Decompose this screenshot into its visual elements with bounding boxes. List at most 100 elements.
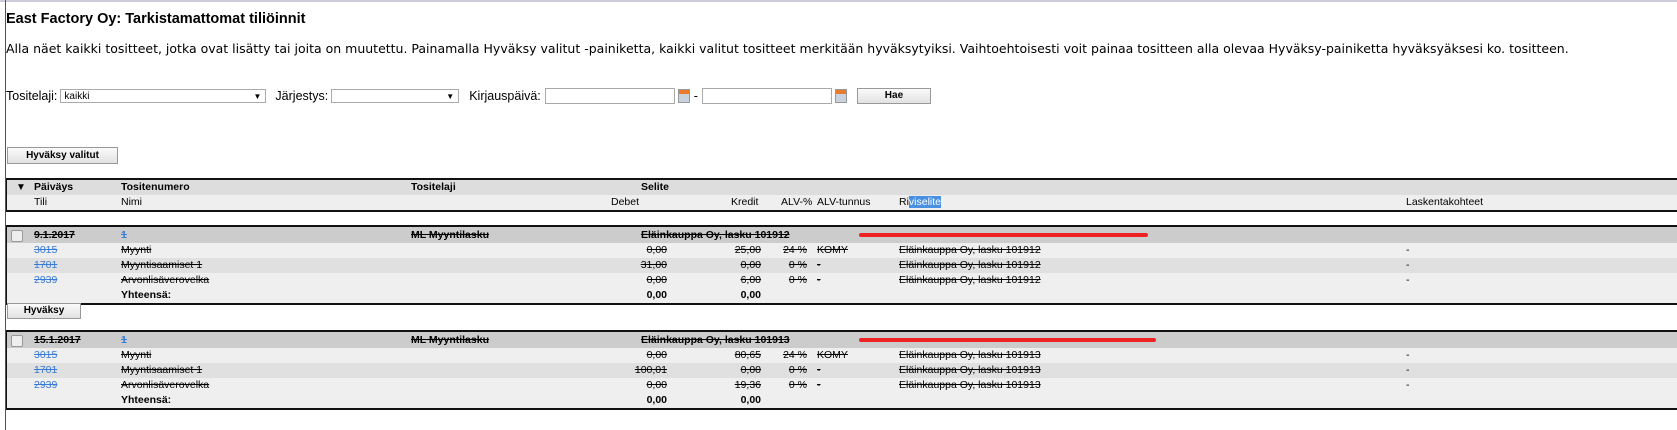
date-separator: - (693, 89, 698, 103)
date-to-input[interactable] (701, 88, 832, 104)
column-header-table: ▼ Päiväys Tositenumero Tositelaji Selite… (6, 178, 1677, 212)
account-link[interactable]: 1701 (34, 364, 57, 376)
debet-value: 0,00 (646, 274, 667, 286)
totals-label: Yhteensä: (121, 394, 172, 406)
account-name: Myyntisaamiset 1 (121, 259, 203, 271)
kredit-value: 6,00 (740, 274, 761, 286)
red-annotation-line (859, 338, 1156, 342)
approve-selected-button[interactable]: Hyväksy valitut (7, 147, 118, 164)
cost-objects-value: - (1406, 364, 1410, 376)
tositelaji-select[interactable]: kaikki ▼ (60, 89, 267, 103)
cost-objects-value: - (1406, 244, 1410, 256)
kredit-value: 19,36 (734, 379, 761, 391)
account-link[interactable]: 3015 (34, 349, 57, 361)
total-kredit: 0,00 (740, 394, 761, 406)
account-name: Myynti (121, 244, 152, 256)
alv-pct-value: 0 % (788, 259, 807, 271)
col-riviselite: Riviselite (899, 195, 942, 210)
col-alv-pct: ALV-% (781, 196, 813, 208)
alv-pct-value: 0 % (788, 364, 807, 376)
debet-value: 0,00 (646, 379, 667, 391)
voucher-line-row: 2939 Arvonlisäverovelka 0,00 19,36 0 % -… (7, 378, 1677, 393)
riviselite-text: Ri (899, 196, 909, 208)
col-tositenumero[interactable]: Tositenumero (121, 180, 190, 195)
tositelaji-label: Tositelaji: (6, 89, 58, 103)
voucher-line-row: 1701 Myyntisaamiset 1 100,01 0,00 0 % - … (7, 363, 1677, 378)
voucher-type: ML Myyntilasku (411, 229, 489, 241)
col-tositelaji[interactable]: Tositelaji (411, 180, 456, 195)
jarjestys-label: Järjestys: (275, 89, 329, 103)
kredit-value: 80,65 (734, 349, 761, 361)
total-debet: 0,00 (646, 289, 667, 301)
date-from-input[interactable] (544, 88, 675, 104)
kredit-value: 0,00 (740, 364, 761, 376)
alv-pct-value: 0 % (788, 274, 807, 286)
filter-bar: Tositelaji: kaikki ▼ Järjestys: ▼ Kirjau… (6, 88, 931, 104)
voucher-description: Eläinkauppa Oy, lasku 101913 (641, 334, 790, 346)
account-name: Arvonlisäverovelka (121, 274, 210, 286)
account-link[interactable]: 2939 (34, 379, 57, 391)
voucher-block: 9.1.2017 1 ML Myyntilasku Eläinkauppa Oy… (6, 225, 1677, 305)
dropdown-arrow-icon: ▼ (253, 92, 262, 101)
alv-pct-value: 24 % (783, 244, 807, 256)
voucher-block: 15.1.2017 1 ML Myyntilasku Eläinkauppa O… (6, 330, 1677, 410)
cost-objects-value: - (1406, 349, 1410, 361)
tositelaji-value: kaikki (64, 91, 90, 102)
voucher-number-link[interactable]: 1 (121, 334, 127, 346)
calendar-icon[interactable] (677, 89, 690, 103)
voucher-checkbox[interactable] (11, 335, 23, 347)
jarjestys-select[interactable]: ▼ (331, 89, 460, 103)
alv-code-value: - (817, 379, 821, 391)
debet-value: 0,00 (646, 244, 667, 256)
alv-code-value: - (817, 259, 821, 271)
line-description: Eläinkauppa Oy, lasku 101912 (899, 244, 1041, 256)
account-link[interactable]: 2939 (34, 274, 57, 286)
line-description: Eläinkauppa Oy, lasku 101913 (899, 364, 1041, 376)
calendar-icon[interactable] (834, 89, 847, 103)
alv-code-value: KOMY (817, 349, 848, 361)
account-name: Arvonlisäverovelka (121, 379, 210, 391)
voucher-header-row: 15.1.2017 1 ML Myyntilasku Eläinkauppa O… (7, 332, 1677, 348)
page-description: Alla näet kaikki tositteet, jotka ovat l… (6, 41, 1569, 56)
line-description: Eläinkauppa Oy, lasku 101912 (899, 274, 1041, 286)
alv-code-value: - (817, 274, 821, 286)
account-link[interactable]: 1701 (34, 259, 57, 271)
account-link[interactable]: 3015 (34, 244, 57, 256)
line-description: Eläinkauppa Oy, lasku 101913 (899, 349, 1041, 361)
col-alv-tunnus: ALV-tunnus (817, 196, 871, 208)
line-description: Eläinkauppa Oy, lasku 101913 (899, 379, 1041, 391)
line-description: Eläinkauppa Oy, lasku 101912 (899, 259, 1041, 271)
sort-desc-icon[interactable]: ▼ (16, 180, 26, 195)
col-paivays[interactable]: Päiväys (34, 180, 73, 195)
totals-label: Yhteensä: (121, 289, 172, 301)
total-kredit: 0,00 (740, 289, 761, 301)
dropdown-arrow-icon: ▼ (446, 92, 455, 101)
col-tili: Tili (34, 196, 48, 208)
cost-objects-value: - (1406, 274, 1410, 286)
voucher-description: Eläinkauppa Oy, lasku 101912 (641, 229, 790, 241)
voucher-date: 15.1.2017 (34, 334, 81, 346)
header-row-2: Tili Nimi Debet Kredit ALV-% ALV-tunnus … (7, 195, 1677, 210)
voucher-line-row: 2939 Arvonlisäverovelka 0,00 6,00 0 % - … (7, 273, 1677, 288)
alv-pct-value: 0 % (788, 379, 807, 391)
search-button[interactable]: Hae (856, 88, 931, 104)
kirjauspaiva-label: Kirjauspäivä: (469, 89, 541, 103)
voucher-date: 9.1.2017 (34, 229, 75, 241)
voucher-checkbox[interactable] (11, 230, 23, 242)
debet-value: 0,00 (646, 349, 667, 361)
totals-row: Yhteensä: 0,00 0,00 (7, 393, 1677, 408)
voucher-line-row: 1701 Myyntisaamiset 1 31,00 0,00 0 % - E… (7, 258, 1677, 273)
top-border (0, 0, 1677, 2)
col-debet: Debet (611, 196, 640, 208)
cost-objects-value: - (1406, 259, 1410, 271)
col-selite[interactable]: Selite (641, 180, 669, 195)
col-nimi: Nimi (121, 196, 142, 208)
debet-value: 31,00 (640, 259, 667, 271)
kredit-value: 0,00 (740, 259, 761, 271)
voucher-line-row: 3015 Myynti 0,00 80,65 24 % KOMY Eläinka… (7, 348, 1677, 363)
cost-objects-value: - (1406, 379, 1410, 391)
header-row-1: ▼ Päiväys Tositenumero Tositelaji Selite (7, 180, 1677, 195)
voucher-number-link[interactable]: 1 (121, 229, 127, 241)
voucher-header-row: 9.1.2017 1 ML Myyntilasku Eläinkauppa Oy… (7, 227, 1677, 243)
approve-button[interactable]: Hyväksy (7, 303, 81, 319)
